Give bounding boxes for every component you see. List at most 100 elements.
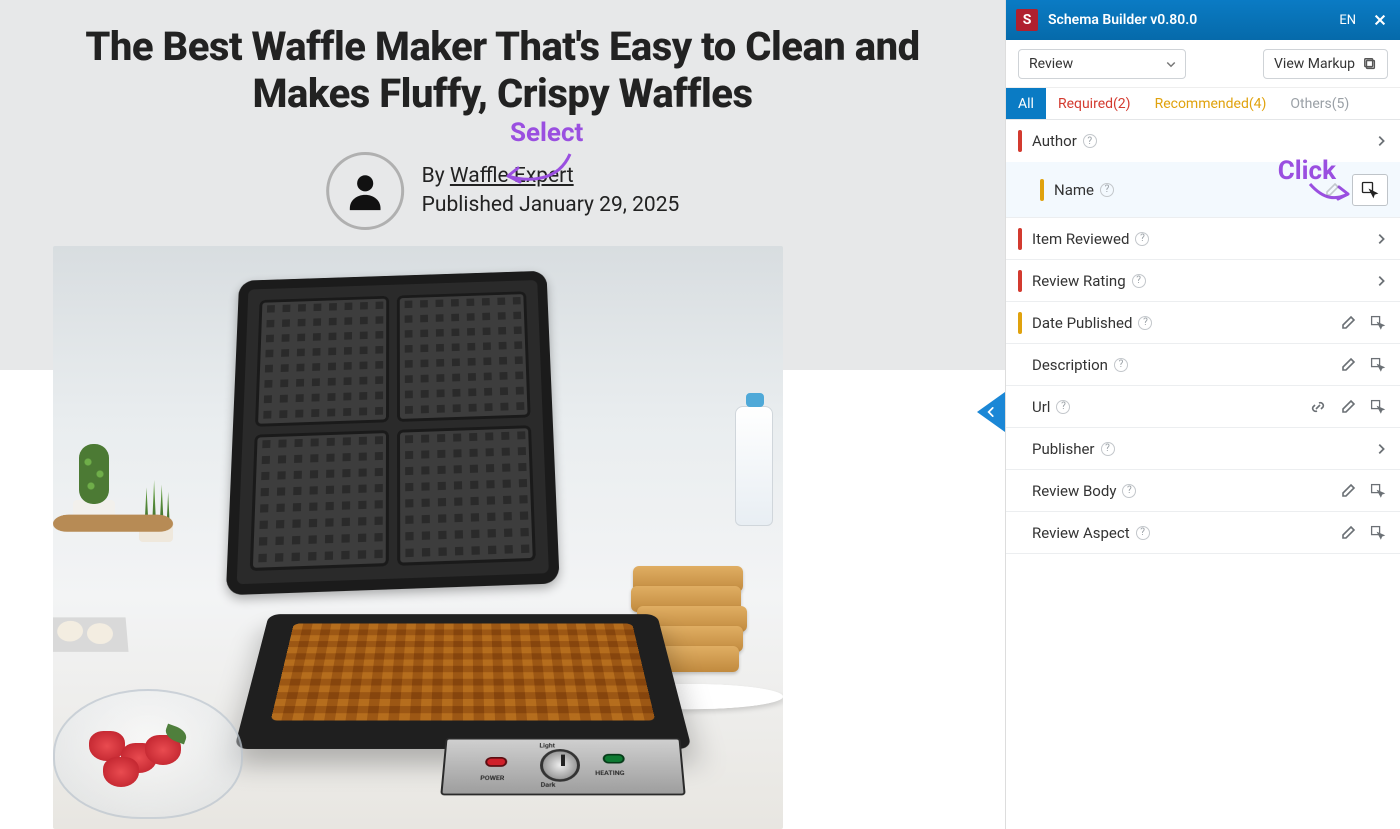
help-icon[interactable]: ? bbox=[1114, 358, 1128, 372]
help-icon[interactable]: ? bbox=[1056, 400, 1070, 414]
element-selector-icon bbox=[1370, 483, 1386, 499]
pencil-icon bbox=[1340, 483, 1356, 499]
hero-image: POWER Light Dark HEATING bbox=[53, 246, 783, 829]
panel-title: Schema Builder v0.80.0 bbox=[1048, 12, 1197, 28]
tab-all[interactable]: All bbox=[1006, 88, 1046, 119]
recommended-marker bbox=[1040, 179, 1044, 201]
property-label: Date Published bbox=[1032, 314, 1132, 332]
waffle-maker: POWER Light Dark HEATING bbox=[193, 256, 573, 696]
property-label: Review Rating bbox=[1032, 272, 1126, 290]
property-author-name[interactable]: Name ? Click bbox=[1006, 162, 1400, 218]
article-headline: The Best Waffle Maker That's Easy to Cle… bbox=[0, 24, 1005, 118]
edit-value-button[interactable] bbox=[1338, 397, 1358, 417]
select-on-page-button[interactable] bbox=[1352, 174, 1388, 206]
select-on-page-button[interactable] bbox=[1368, 481, 1388, 501]
help-icon[interactable]: ? bbox=[1135, 232, 1149, 246]
person-icon bbox=[342, 168, 388, 214]
panel-header: S Schema Builder v0.80.0 EN bbox=[1006, 0, 1400, 40]
property-item-reviewed[interactable]: Item Reviewed ? bbox=[1006, 218, 1400, 260]
heating-led bbox=[603, 754, 625, 764]
help-icon[interactable]: ? bbox=[1132, 274, 1146, 288]
power-led bbox=[485, 757, 507, 767]
element-selector-icon bbox=[1370, 525, 1386, 541]
close-icon bbox=[1373, 13, 1387, 27]
edit-value-button[interactable] bbox=[1338, 313, 1358, 333]
property-label: Description bbox=[1032, 356, 1108, 374]
panel-controls: Review View Markup bbox=[1006, 40, 1400, 88]
property-review-aspect[interactable]: Review Aspect ? bbox=[1006, 512, 1400, 554]
select-on-page-button[interactable] bbox=[1368, 313, 1388, 333]
view-markup-label: View Markup bbox=[1274, 56, 1355, 72]
browning-dial bbox=[540, 749, 580, 782]
chevron-left-icon bbox=[984, 405, 998, 419]
property-label: Name bbox=[1054, 181, 1094, 199]
property-review-rating[interactable]: Review Rating ? bbox=[1006, 260, 1400, 302]
pencil-icon bbox=[1324, 182, 1340, 198]
help-icon[interactable]: ? bbox=[1138, 316, 1152, 330]
property-label: Item Reviewed bbox=[1032, 230, 1129, 248]
chevron-right-icon bbox=[1374, 232, 1388, 246]
pencil-icon bbox=[1340, 399, 1356, 415]
edit-value-button[interactable] bbox=[1338, 481, 1358, 501]
link-button[interactable] bbox=[1308, 397, 1328, 417]
dark-label: Dark bbox=[541, 782, 556, 789]
property-label: Url bbox=[1032, 398, 1050, 416]
edit-value-button[interactable] bbox=[1322, 180, 1342, 200]
select-on-page-button[interactable] bbox=[1368, 523, 1388, 543]
tab-recommended[interactable]: Recommended(4) bbox=[1143, 88, 1279, 119]
schema-type-select[interactable]: Review bbox=[1018, 49, 1186, 79]
author-block: By Waffle Expert Published January 29, 2… bbox=[326, 152, 680, 230]
pencil-icon bbox=[1340, 315, 1356, 331]
required-marker bbox=[1018, 130, 1022, 152]
pencil-icon bbox=[1340, 357, 1356, 373]
required-marker bbox=[1018, 270, 1022, 292]
help-icon[interactable]: ? bbox=[1100, 183, 1114, 197]
required-marker bbox=[1018, 228, 1022, 250]
plant-decor bbox=[63, 436, 123, 526]
schema-type-value: Review bbox=[1029, 56, 1073, 72]
select-on-page-button[interactable] bbox=[1368, 355, 1388, 375]
copy-icon bbox=[1363, 57, 1377, 71]
property-review-body[interactable]: Review Body ? bbox=[1006, 470, 1400, 512]
help-icon[interactable]: ? bbox=[1122, 484, 1136, 498]
avatar bbox=[326, 152, 404, 230]
power-label: POWER bbox=[480, 775, 504, 782]
property-publisher[interactable]: Publisher ? bbox=[1006, 428, 1400, 470]
eggs-decor bbox=[53, 617, 129, 652]
cutting-board-decor bbox=[53, 515, 174, 532]
property-label: Publisher bbox=[1032, 440, 1095, 458]
milk-bottle-decor bbox=[735, 406, 773, 526]
help-icon[interactable]: ? bbox=[1136, 526, 1150, 540]
property-url[interactable]: Url ? bbox=[1006, 386, 1400, 428]
author-link[interactable]: Waffle Expert bbox=[450, 164, 574, 188]
property-label: Review Body bbox=[1032, 482, 1116, 500]
close-button[interactable] bbox=[1370, 10, 1390, 30]
collapse-panel-tab[interactable] bbox=[977, 392, 1005, 432]
property-description[interactable]: Description ? bbox=[1006, 344, 1400, 386]
chevron-right-icon bbox=[1374, 442, 1388, 456]
app-logo: S bbox=[1016, 9, 1038, 31]
view-markup-button[interactable]: View Markup bbox=[1263, 49, 1388, 79]
heating-label: HEATING bbox=[595, 770, 625, 777]
language-toggle[interactable]: EN bbox=[1335, 11, 1360, 30]
select-on-page-button[interactable] bbox=[1368, 397, 1388, 417]
pencil-icon bbox=[1340, 525, 1356, 541]
tab-others[interactable]: Others(5) bbox=[1278, 88, 1361, 119]
help-icon[interactable]: ? bbox=[1083, 134, 1097, 148]
element-selector-icon bbox=[1370, 315, 1386, 331]
byline-prefix: By bbox=[422, 164, 450, 188]
edit-value-button[interactable] bbox=[1338, 523, 1358, 543]
edit-value-button[interactable] bbox=[1338, 355, 1358, 375]
strawberry-bowl-decor bbox=[53, 689, 243, 819]
property-date-published[interactable]: Date Published ? bbox=[1006, 302, 1400, 344]
chevron-down-icon bbox=[1165, 58, 1177, 70]
property-label: Review Aspect bbox=[1032, 524, 1130, 542]
filter-tabs: All Required(2) Recommended(4) Others(5) bbox=[1006, 88, 1400, 120]
help-icon[interactable]: ? bbox=[1101, 442, 1115, 456]
properties-list: Author ? Name ? Click bbox=[1006, 120, 1400, 829]
recommended-marker bbox=[1018, 312, 1022, 334]
tab-required[interactable]: Required(2) bbox=[1046, 88, 1143, 119]
chevron-right-icon bbox=[1374, 134, 1388, 148]
property-author[interactable]: Author ? bbox=[1006, 120, 1400, 162]
published-prefix: Published bbox=[422, 193, 519, 217]
